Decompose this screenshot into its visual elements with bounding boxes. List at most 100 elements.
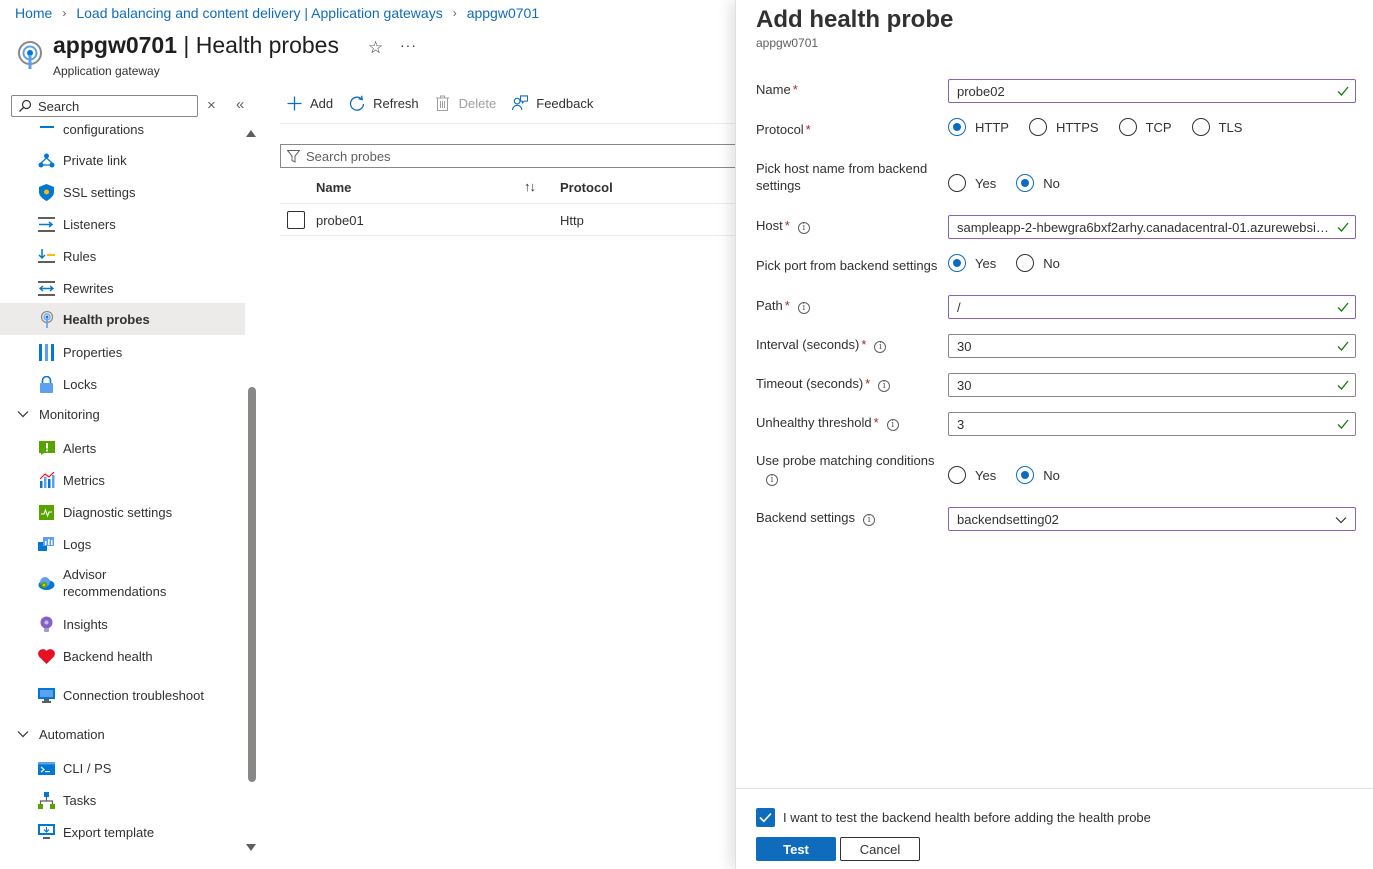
column-header-name[interactable]: Name bbox=[316, 180, 351, 195]
add-health-probe-panel: Add health probe appgw0701 Name * probe02… bbox=[735, 0, 1373, 869]
row-checkbox[interactable] bbox=[287, 211, 305, 229]
rewrites-icon bbox=[38, 280, 55, 297]
path-field[interactable]: / bbox=[948, 295, 1356, 319]
matching-yes-radio[interactable]: Yes bbox=[948, 466, 996, 484]
scroll-up-arrow-icon[interactable] bbox=[246, 130, 256, 137]
table-row[interactable]: probe01 Http bbox=[280, 204, 735, 236]
matching-no-radio[interactable]: No bbox=[1016, 466, 1060, 484]
divider bbox=[736, 788, 1373, 789]
filter-icon bbox=[287, 149, 300, 163]
protocol-http-radio[interactable]: HTTP bbox=[948, 118, 1009, 136]
cancel-button[interactable]: Cancel bbox=[840, 837, 920, 861]
sidebar-item-rules[interactable]: Rules bbox=[0, 240, 245, 272]
sidebar-item-export-template[interactable]: Export template bbox=[0, 816, 245, 848]
favorite-star-icon[interactable]: ☆ bbox=[368, 38, 383, 58]
command-bar: Add Refresh Delete Feedback bbox=[286, 95, 609, 111]
timeout-field[interactable]: 30 bbox=[948, 373, 1356, 397]
alert-icon bbox=[38, 440, 55, 457]
sidebar-item-configurations[interactable]: configurations bbox=[0, 118, 245, 138]
sidebar-item-cli-ps[interactable]: CLI / PS bbox=[0, 752, 245, 784]
listeners-icon bbox=[38, 216, 55, 233]
scrollbar-thumb[interactable] bbox=[248, 387, 256, 782]
sidebar-item-tasks[interactable]: Tasks bbox=[0, 784, 245, 816]
page-subtitle: Application gateway bbox=[53, 64, 160, 78]
export-icon bbox=[38, 823, 55, 841]
protocol-https-radio[interactable]: HTTPS bbox=[1028, 118, 1099, 136]
properties-icon bbox=[38, 343, 55, 361]
close-icon[interactable]: × bbox=[207, 97, 216, 114]
unhealthy-threshold-label: Unhealthy threshold * i bbox=[756, 414, 946, 431]
sidebar-item-advisor-recommendations[interactable]: Advisor recommendations bbox=[0, 560, 245, 606]
matching-radio-group: Yes No bbox=[948, 466, 1080, 484]
sidebar-group-automation[interactable]: Automation bbox=[0, 720, 245, 748]
column-header-protocol[interactable]: Protocol bbox=[560, 180, 613, 195]
unhealthy-threshold-field[interactable]: 3 bbox=[948, 412, 1356, 436]
health-probe-icon bbox=[18, 41, 42, 69]
backend-settings-dropdown[interactable]: backendsetting02 bbox=[948, 507, 1356, 531]
sidebar-search-input[interactable]: Search bbox=[11, 95, 198, 117]
page-title: appgw0701 | Health probes bbox=[53, 32, 339, 58]
test-button[interactable]: Test bbox=[756, 837, 836, 861]
sidebar-item-private-link[interactable]: Private link bbox=[0, 144, 245, 176]
info-icon: i bbox=[766, 474, 778, 486]
panel-subtitle: appgw0701 bbox=[756, 36, 819, 50]
table-header: Name ↑↓ Protocol bbox=[280, 172, 735, 204]
divider bbox=[280, 123, 735, 124]
probes-table: Name ↑↓ Protocol probe01 Http bbox=[280, 172, 735, 236]
sidebar-item-properties[interactable]: Properties bbox=[0, 336, 245, 368]
breadcrumb-home[interactable]: Home bbox=[15, 5, 52, 21]
sort-icon[interactable]: ↑↓ bbox=[524, 179, 536, 194]
pick-host-yes-radio[interactable]: Yes bbox=[948, 174, 996, 192]
pick-port-no-radio[interactable]: No bbox=[1016, 254, 1060, 272]
sidebar-item-diagnostic-settings[interactable]: Diagnostic settings bbox=[0, 496, 245, 528]
matching-conditions-label: Use probe matching conditions i bbox=[756, 453, 935, 486]
sidebar-item-rewrites[interactable]: Rewrites bbox=[0, 272, 245, 304]
sidebar-item-connection-troubleshoot[interactable]: Connection troubleshoot bbox=[0, 672, 245, 718]
dash-icon bbox=[38, 118, 55, 135]
test-backend-checkbox[interactable] bbox=[756, 808, 775, 827]
diagnostic-icon bbox=[38, 504, 55, 521]
feedback-button[interactable]: Feedback bbox=[512, 95, 593, 111]
host-field[interactable]: sampleapp-2-hbewgra6bxf2arhy.canadacentr… bbox=[948, 215, 1356, 239]
breadcrumb-current[interactable]: appgw0701 bbox=[467, 5, 539, 21]
pick-host-no-radio[interactable]: No bbox=[1016, 174, 1060, 192]
interval-field[interactable]: 30 bbox=[948, 334, 1356, 358]
valid-check-icon bbox=[1337, 222, 1349, 232]
protocol-tcp-radio[interactable]: TCP bbox=[1118, 118, 1172, 136]
pick-host-label: Pick host name from backend settings bbox=[756, 161, 928, 193]
refresh-button[interactable]: Refresh bbox=[349, 95, 419, 111]
valid-check-icon bbox=[1337, 86, 1349, 96]
name-field[interactable]: probe02 bbox=[948, 79, 1356, 103]
sidebar-item-locks[interactable]: Locks bbox=[0, 368, 245, 400]
probe-name-cell[interactable]: probe01 bbox=[316, 213, 364, 228]
add-button[interactable]: Add bbox=[286, 95, 333, 111]
sidebar-item-insights[interactable]: Insights bbox=[0, 608, 245, 640]
checkmark-icon bbox=[759, 812, 772, 823]
more-options-icon[interactable]: ··· bbox=[400, 37, 417, 53]
breadcrumb-parent[interactable]: Load balancing and content delivery | Ap… bbox=[76, 5, 442, 21]
chevron-down-icon bbox=[1335, 517, 1347, 524]
logs-icon bbox=[38, 536, 55, 553]
path-label: Path * i bbox=[756, 297, 946, 314]
sidebar-item-health-probes[interactable]: Health probes bbox=[0, 303, 245, 335]
sidebar-item-metrics[interactable]: Metrics bbox=[0, 464, 245, 496]
tasks-icon bbox=[38, 791, 55, 809]
scroll-down-arrow-icon[interactable] bbox=[246, 844, 256, 851]
sidebar-item-logs[interactable]: Logs bbox=[0, 528, 245, 560]
pick-port-yes-radio[interactable]: Yes bbox=[948, 254, 996, 272]
sidebar-item-backend-health[interactable]: Backend health bbox=[0, 640, 245, 672]
private-link-icon bbox=[38, 152, 55, 169]
sidebar-item-ssl-settings[interactable]: SSL settings bbox=[0, 176, 245, 208]
search-probes-input[interactable]: Search probes bbox=[280, 144, 740, 168]
chevron-down-icon bbox=[17, 411, 29, 418]
sidebar-item-listeners[interactable]: Listeners bbox=[0, 208, 245, 240]
sidebar-group-monitoring[interactable]: Monitoring bbox=[0, 400, 245, 428]
protocol-tls-radio[interactable]: TLS bbox=[1191, 118, 1242, 136]
connection-icon bbox=[38, 687, 55, 704]
sidebar-item-alerts[interactable]: Alerts bbox=[0, 432, 245, 464]
collapse-sidebar-icon[interactable]: « bbox=[236, 96, 244, 113]
feedback-icon bbox=[512, 95, 529, 111]
name-label: Name * bbox=[756, 82, 798, 97]
trash-icon bbox=[435, 95, 451, 111]
delete-button[interactable]: Delete bbox=[435, 95, 496, 111]
